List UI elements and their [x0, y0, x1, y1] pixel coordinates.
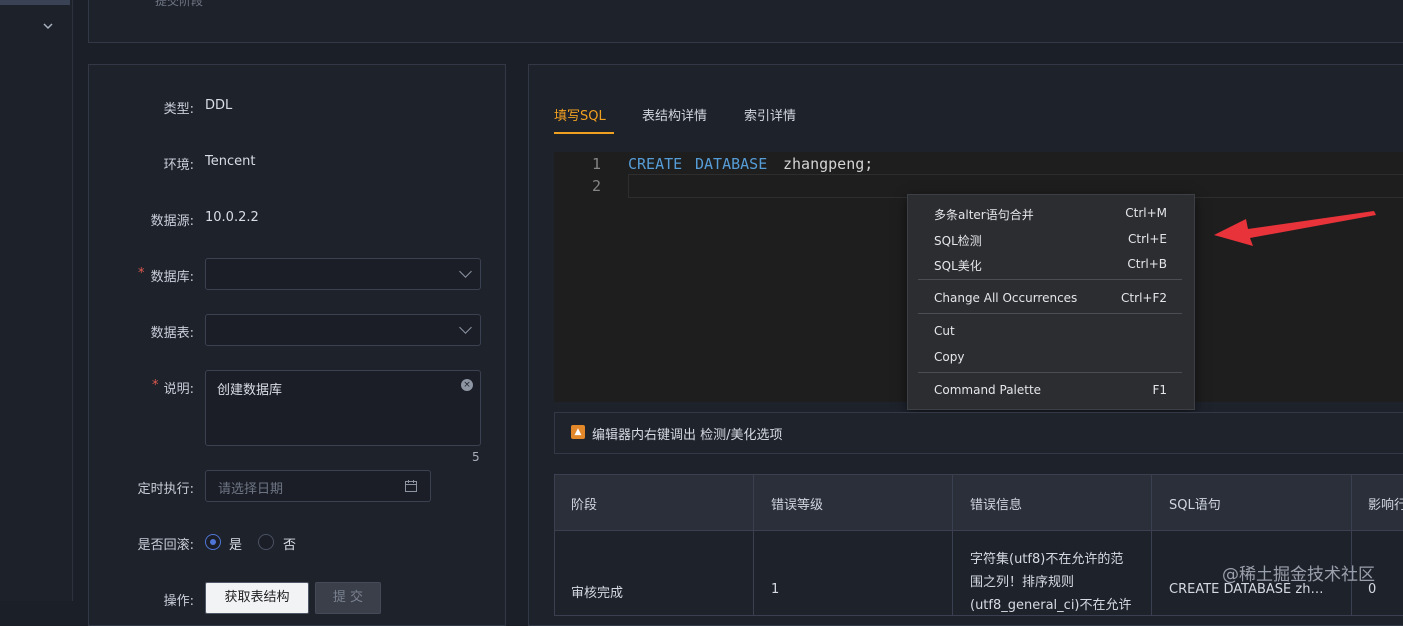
- tab-write-sql[interactable]: 填写SQL: [554, 105, 606, 124]
- menu-separator: [918, 313, 1182, 314]
- menu-shortcut: Ctrl+E: [1128, 232, 1167, 246]
- datasource-label: 数据源:: [150, 214, 194, 229]
- tab-index-detail[interactable]: 索引详情: [744, 105, 796, 124]
- cell-error-line: (utf8_general_ci)不在允许: [970, 598, 1132, 613]
- column-header: 影响行: [1368, 498, 1403, 513]
- description-value: 创建数据库: [217, 383, 283, 398]
- menu-item-sql-check[interactable]: SQL检测: [934, 232, 982, 249]
- sql-identifier: zhangpeng;: [783, 155, 874, 173]
- rollback-label: 是否回滚:: [137, 538, 194, 553]
- clear-icon[interactable]: ×: [461, 379, 473, 391]
- editor-context-menu: 多条alter语句合并 Ctrl+M SQL检测 Ctrl+E SQL美化 Ct…: [907, 194, 1195, 410]
- line-number: 1: [592, 155, 602, 173]
- datasource-value: 10.0.2.2: [205, 210, 259, 225]
- rollback-yes-radio[interactable]: [205, 534, 221, 550]
- sidebar-active-indicator: [0, 0, 70, 5]
- submit-stage-label: 提交阶段: [155, 0, 204, 8]
- menu-item-command-palette[interactable]: Command Palette: [934, 383, 1041, 397]
- sidebar: [0, 0, 73, 601]
- active-tab-indicator: [554, 132, 614, 134]
- rollback-no-label: 否: [283, 538, 297, 553]
- chevron-down-icon: [459, 321, 472, 334]
- column-header: 错误等级: [771, 498, 824, 513]
- fetch-structure-button[interactable]: 获取表结构: [205, 582, 309, 614]
- type-label: 类型:: [163, 102, 194, 117]
- chevron-down-icon: [459, 265, 472, 278]
- menu-separator: [918, 279, 1182, 280]
- menu-item-cut[interactable]: Cut: [934, 324, 955, 338]
- column-divider: [1151, 475, 1152, 615]
- result-table: 阶段 错误等级 错误信息 SQL语句 影响行 审核完成 1 字符集(utf8)不…: [554, 474, 1403, 616]
- column-divider: [1351, 475, 1352, 615]
- env-value: Tencent: [205, 154, 256, 169]
- type-value: DDL: [205, 98, 233, 113]
- cell-level: 1: [771, 582, 780, 597]
- sql-keyword: CREATE: [628, 155, 683, 173]
- watermark: @稀土掘金技术社区: [1222, 565, 1375, 585]
- menu-shortcut: Ctrl+M: [1125, 206, 1167, 220]
- table-header: 阶段 错误等级 错误信息 SQL语句 影响行: [555, 475, 1403, 531]
- table-select[interactable]: [205, 314, 481, 346]
- sql-keyword: DATABASE: [695, 155, 768, 173]
- menu-item-sql-beautify[interactable]: SQL美化: [934, 257, 982, 274]
- top-card: 提交阶段: [88, 0, 1403, 43]
- description-textarea[interactable]: 创建数据库 ×: [205, 370, 481, 446]
- editor-tip-bar: ▲ 编辑器内右键调出 检测/美化选项: [554, 412, 1403, 454]
- warning-icon: ▲: [571, 425, 585, 439]
- menu-shortcut: F1: [1152, 383, 1167, 397]
- date-placeholder: 请选择日期: [218, 482, 284, 497]
- tab-table-structure[interactable]: 表结构详情: [642, 105, 707, 124]
- column-divider: [952, 475, 953, 615]
- desc-label: 说明:: [163, 382, 194, 397]
- cell-error-line: 围之列！排序规则: [970, 575, 1075, 590]
- calendar-icon: [404, 479, 418, 497]
- menu-separator: [918, 372, 1182, 373]
- rollback-no-radio[interactable]: [258, 534, 274, 550]
- cell-error-line: 字符集(utf8)不在允许的范: [970, 552, 1124, 567]
- menu-shortcut: Ctrl+F2: [1121, 291, 1167, 305]
- action-label: 操作:: [163, 594, 194, 609]
- column-header: 错误信息: [970, 498, 1023, 513]
- cell-stage: 审核完成: [571, 586, 624, 601]
- chevron-down-icon[interactable]: [40, 20, 56, 36]
- database-select[interactable]: [205, 258, 481, 290]
- rollback-yes-label: 是: [229, 538, 243, 553]
- table-label: 数据表:: [150, 326, 194, 341]
- tip-text: 编辑器内右键调出 检测/美化选项: [592, 428, 783, 443]
- env-label: 环境:: [163, 158, 194, 173]
- column-header: 阶段: [571, 498, 598, 513]
- schedule-date-input[interactable]: 请选择日期: [205, 470, 431, 502]
- menu-item-copy[interactable]: Copy: [934, 350, 964, 364]
- schedule-label: 定时执行:: [137, 482, 194, 497]
- char-count: 5: [472, 450, 480, 464]
- database-label: 数据库:: [150, 270, 194, 285]
- red-arrow-annotation: [1214, 211, 1376, 246]
- submit-button[interactable]: 提 交: [315, 582, 381, 614]
- menu-shortcut: Ctrl+B: [1127, 257, 1167, 271]
- menu-item-change-all[interactable]: Change All Occurrences: [934, 291, 1077, 305]
- column-header: SQL语句: [1169, 498, 1221, 513]
- column-divider: [753, 475, 754, 615]
- line-number: 2: [592, 177, 602, 195]
- menu-item-merge-alter[interactable]: 多条alter语句合并: [934, 206, 1034, 223]
